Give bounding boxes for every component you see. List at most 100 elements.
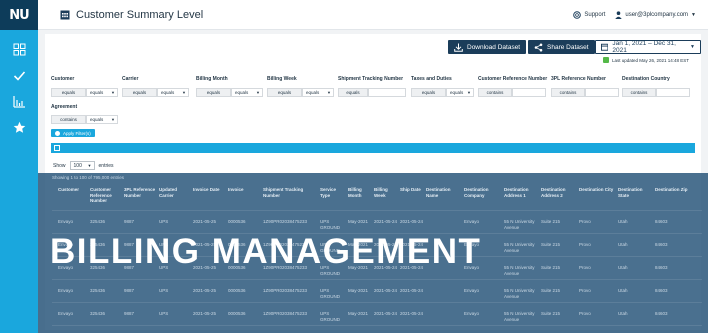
table-cell: Utah: [618, 311, 628, 316]
table-cell: Provo: [579, 311, 591, 316]
apply-filters-button[interactable]: Apply Filter(s): [51, 129, 95, 137]
table-cell: 0000536: [228, 311, 246, 316]
app-logo[interactable]: NU: [0, 0, 38, 30]
table-cell: UPS: [159, 311, 169, 316]
destination-country-operator[interactable]: contains: [622, 88, 656, 97]
table-cell: UPS GROUND: [320, 311, 340, 322]
showing-entries-text: Showing 1 to 100 of 795,000 entries: [52, 175, 125, 180]
operator-value: contains: [486, 90, 504, 95]
column-header[interactable]: Destination City: [579, 187, 616, 193]
customer-operator[interactable]: equals: [51, 88, 86, 97]
table-cell: 55 N University Avenue: [504, 311, 535, 322]
calendar-icon[interactable]: [54, 145, 60, 151]
dashboard-icon[interactable]: [0, 36, 38, 62]
column-header[interactable]: Invoice: [228, 187, 261, 193]
table-header: Customer Customer Reference Number 3PL Ref…: [52, 185, 702, 208]
column-header[interactable]: Customer: [58, 187, 88, 193]
show-label: Show: [53, 162, 66, 169]
column-header[interactable]: Billing Week: [374, 187, 398, 198]
column-header[interactable]: Destination State: [618, 187, 653, 198]
operator-value: equals: [206, 90, 221, 95]
agreement-value-select[interactable]: equals ▼: [86, 115, 118, 124]
banner-title: BILLING MANAGEMENT: [50, 232, 482, 271]
column-header[interactable]: Service Type: [320, 187, 346, 198]
table-row[interactable]: Envayo3254369887UPS2021-05-2500005361Z90…: [52, 325, 702, 333]
column-header[interactable]: Updated Carrier: [159, 187, 191, 198]
table-cell: UPS: [159, 219, 169, 224]
filter-label-taxes-duties: Taxes and Duties: [411, 76, 452, 82]
carrier-operator[interactable]: equals: [122, 88, 157, 97]
support-link[interactable]: Support: [573, 10, 605, 19]
star-icon[interactable]: [0, 114, 38, 140]
column-header[interactable]: Billing Month: [348, 187, 372, 198]
page-size-select[interactable]: 100 ▼: [69, 161, 95, 170]
table-cell: 2021-05-24: [400, 288, 424, 293]
calendar-icon: [601, 43, 609, 51]
customer-ref-operator[interactable]: contains: [478, 88, 512, 97]
chevron-down-icon: ▼: [182, 90, 186, 95]
billing-week-operator[interactable]: equals: [267, 88, 302, 97]
column-header[interactable]: 3PL Reference Number: [124, 187, 157, 198]
taxes-duties-operator[interactable]: equals: [411, 88, 446, 97]
column-header[interactable]: Destination Address 1: [504, 187, 539, 198]
table-cell: 9887: [124, 311, 135, 316]
column-header[interactable]: Customer Reference Number: [90, 187, 122, 204]
table-cell: 55 N University Avenue: [504, 219, 535, 230]
table-cell: 84603: [655, 219, 668, 224]
chevron-down-icon: ▼: [690, 44, 695, 50]
top-bar: Customer Summary Level Support user@3plc…: [38, 0, 708, 30]
column-header[interactable]: Destination Company: [464, 187, 502, 198]
user-menu[interactable]: user@3plcompany.com ▼: [615, 10, 696, 19]
customer-value-select[interactable]: equals ▼: [86, 88, 118, 97]
column-header[interactable]: Shipment Tracking Number: [263, 187, 318, 198]
entries-label: entries: [98, 162, 114, 169]
billing-month-value-select[interactable]: equals ▼: [231, 88, 263, 97]
table-cell: 325436: [90, 311, 106, 316]
operator-value: equals: [90, 90, 104, 95]
table-row[interactable]: Envayo3254369887UPS2021-05-2500005361Z90…: [52, 279, 702, 301]
table-cell: 2021-05-24: [400, 219, 424, 224]
share-dataset-button[interactable]: Share Dataset: [528, 40, 595, 54]
table-cell: 2021-05-24: [374, 311, 398, 316]
table-cell: 2021-05-25: [193, 219, 217, 224]
tracking-number-operator[interactable]: equals: [338, 88, 368, 97]
operator-value: equals: [306, 90, 320, 95]
carrier-value-select[interactable]: equals ▼: [157, 88, 189, 97]
page-title: Customer Summary Level: [76, 8, 204, 21]
table-cell: Suite 215: [541, 265, 561, 270]
check-icon[interactable]: [0, 62, 38, 88]
check-circle-icon: [55, 130, 60, 136]
column-header[interactable]: Destination Address 2: [541, 187, 577, 198]
billing-week-value-select[interactable]: equals ▼: [302, 88, 334, 97]
download-dataset-button[interactable]: Download Dataset: [448, 40, 527, 54]
column-header[interactable]: Destination Zip: [655, 187, 697, 193]
table-row[interactable]: Envayo3254369887UPS2021-05-2500005361Z90…: [52, 210, 702, 232]
table-cell: 2021-05-25: [193, 288, 217, 293]
share-label: Share Dataset: [547, 43, 589, 51]
tracking-number-input[interactable]: [368, 88, 406, 97]
operator-value: equals: [161, 90, 175, 95]
column-header[interactable]: Invoice Date: [193, 187, 226, 193]
table-cell: 1Z90PR02038475233: [263, 311, 308, 316]
table-cell: Envayo: [464, 311, 480, 316]
billing-month-operator[interactable]: equals: [196, 88, 231, 97]
taxes-duties-value-select[interactable]: equals ▼: [446, 88, 474, 97]
chart-icon[interactable]: [0, 88, 38, 114]
table-cell: Envayo: [58, 219, 74, 224]
column-header[interactable]: Ship Date: [400, 187, 424, 193]
customer-ref-input[interactable]: [512, 88, 546, 97]
table-cell: 84603: [655, 242, 668, 247]
table-row[interactable]: Envayo3254369887UPS2021-05-2500005361Z90…: [52, 302, 702, 324]
operator-value: equals: [235, 90, 249, 95]
operator-value: equals: [61, 90, 76, 95]
destination-country-input[interactable]: [656, 88, 690, 97]
3pl-ref-input[interactable]: [585, 88, 619, 97]
page-size-control: Show 100 ▼ entries: [53, 161, 114, 170]
logo-text: NU: [9, 7, 29, 23]
column-header[interactable]: Destination Name: [426, 187, 462, 198]
agreement-operator[interactable]: contains: [51, 115, 86, 124]
date-range-picker[interactable]: Jan 1, 2021 – Dec 31, 2021 ▼: [595, 40, 701, 54]
operator-value: equals: [132, 90, 147, 95]
table-cell: 55 N University Avenue: [504, 242, 535, 253]
3pl-ref-operator[interactable]: contains: [551, 88, 585, 97]
